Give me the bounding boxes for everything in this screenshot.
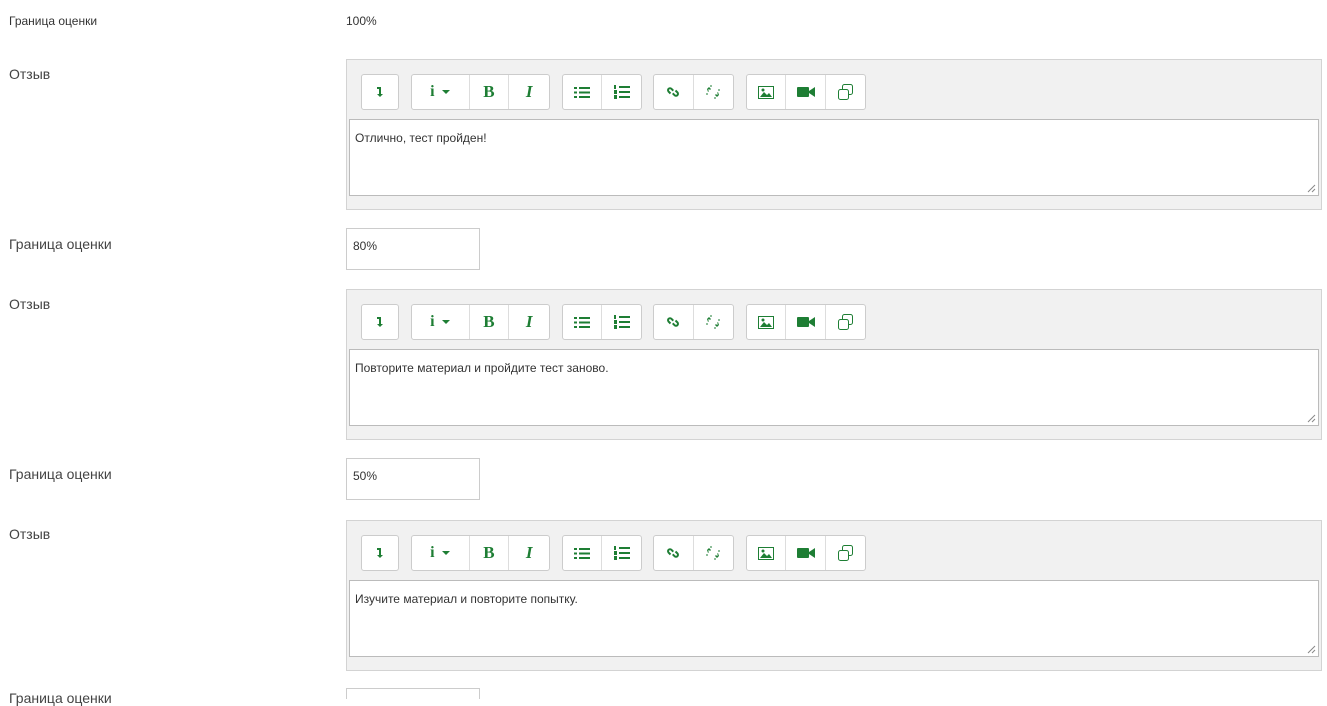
resize-handle-icon[interactable]	[1307, 414, 1316, 423]
feedback-text: Изучите материал и повторите попытку.	[355, 592, 578, 606]
grade-boundary-input-2[interactable]: 80%	[346, 228, 480, 270]
link-icon	[667, 548, 680, 558]
link-icon	[667, 317, 680, 327]
link-button[interactable]	[654, 536, 694, 570]
italic-icon: I	[525, 82, 533, 101]
link-button[interactable]	[654, 305, 694, 339]
image-button[interactable]	[747, 305, 787, 339]
bold-button[interactable]: B	[470, 305, 510, 339]
unordered-list-icon	[574, 86, 590, 98]
italic-icon: I	[525, 543, 533, 562]
image-icon	[758, 85, 775, 99]
resize-handle-icon[interactable]	[1307, 645, 1316, 654]
grade-boundary-input-4[interactable]	[346, 688, 480, 699]
ordered-list-icon	[613, 546, 630, 560]
bold-icon: B	[483, 543, 495, 562]
info-icon: i	[430, 544, 435, 561]
ordered-list-button[interactable]	[602, 536, 641, 570]
copy-button[interactable]	[826, 536, 865, 570]
video-icon	[796, 317, 815, 327]
grade-boundary-label-3: Граница оценки	[9, 466, 112, 482]
grade-boundary-label-4: Граница оценки	[9, 690, 112, 706]
video-icon	[796, 548, 815, 558]
bold-icon: B	[483, 312, 495, 331]
copy-icon	[837, 84, 853, 100]
feedback-editor-2: i B I Повторите материал и пройдите тест…	[346, 289, 1322, 440]
feedback-text: Повторите материал и пройдите тест занов…	[355, 361, 609, 375]
image-button[interactable]	[747, 536, 787, 570]
copy-icon	[837, 545, 853, 561]
copy-button[interactable]	[826, 305, 865, 339]
image-button[interactable]	[747, 75, 787, 109]
feedback-editor-1: i B I Отлично, тест пройден!	[346, 59, 1322, 210]
ordered-list-button[interactable]	[602, 75, 641, 109]
collapse-button[interactable]	[362, 536, 398, 570]
feedback-text-area[interactable]: Повторите материал и пройдите тест занов…	[349, 349, 1319, 426]
video-button[interactable]	[786, 305, 826, 339]
collapse-icon	[377, 548, 383, 558]
italic-icon: I	[525, 312, 533, 331]
video-icon	[796, 87, 815, 97]
collapse-button[interactable]	[362, 75, 398, 109]
bold-icon: B	[483, 82, 495, 101]
grade-boundary-label-1: Граница оценки	[9, 14, 98, 28]
collapse-icon	[377, 317, 383, 327]
unordered-list-icon	[574, 316, 590, 328]
feedback-text: Отлично, тест пройден!	[355, 131, 487, 145]
video-button[interactable]	[786, 536, 826, 570]
image-icon	[758, 546, 775, 560]
image-icon	[758, 315, 775, 329]
unlink-button[interactable]	[694, 305, 734, 339]
unordered-list-button[interactable]	[563, 75, 603, 109]
grade-boundary-value-1: 100%	[346, 14, 377, 28]
info-dropdown-button[interactable]: i	[412, 536, 470, 570]
bold-button[interactable]: B	[470, 75, 510, 109]
resize-handle-icon[interactable]	[1307, 184, 1316, 193]
unordered-list-button[interactable]	[563, 536, 603, 570]
unlink-icon	[706, 315, 721, 329]
feedback-text-area[interactable]: Отлично, тест пройден!	[349, 119, 1319, 196]
copy-icon	[837, 314, 853, 330]
info-dropdown-button[interactable]: i	[412, 305, 470, 339]
link-icon	[667, 87, 680, 97]
feedback-label-2: Отзыв	[9, 296, 51, 312]
unlink-button[interactable]	[694, 75, 734, 109]
info-icon: i	[430, 313, 435, 330]
unlink-icon	[706, 85, 721, 99]
chevron-down-icon	[441, 320, 450, 324]
collapse-button[interactable]	[362, 305, 398, 339]
unlink-icon	[706, 546, 721, 560]
copy-button[interactable]	[826, 75, 865, 109]
feedback-text-area[interactable]: Изучите материал и повторите попытку.	[349, 580, 1319, 657]
italic-button[interactable]: I	[509, 536, 549, 570]
feedback-label-1: Отзыв	[9, 66, 51, 82]
info-dropdown-button[interactable]: i	[412, 75, 470, 109]
grade-boundary-label-2: Граница оценки	[9, 236, 112, 252]
unlink-button[interactable]	[694, 536, 734, 570]
chevron-down-icon	[441, 90, 450, 94]
ordered-list-icon	[613, 85, 630, 99]
video-button[interactable]	[786, 75, 826, 109]
unordered-list-icon	[574, 547, 590, 559]
info-icon: i	[430, 83, 435, 100]
grade-boundary-input-3[interactable]: 50%	[346, 458, 480, 500]
bold-button[interactable]: B	[470, 536, 510, 570]
feedback-editor-3: i B I Изучите материал и повторите попыт…	[346, 520, 1322, 671]
link-button[interactable]	[654, 75, 694, 109]
ordered-list-button[interactable]	[602, 305, 641, 339]
unordered-list-button[interactable]	[563, 305, 603, 339]
italic-button[interactable]: I	[509, 75, 549, 109]
italic-button[interactable]: I	[509, 305, 549, 339]
chevron-down-icon	[441, 551, 450, 555]
feedback-label-3: Отзыв	[9, 526, 51, 542]
collapse-icon	[377, 87, 383, 97]
ordered-list-icon	[613, 315, 630, 329]
